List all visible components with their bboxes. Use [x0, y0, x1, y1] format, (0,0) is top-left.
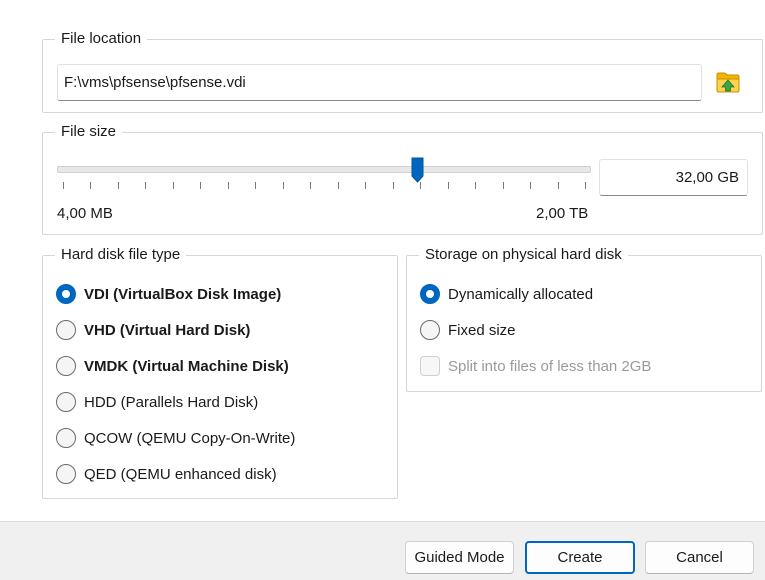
slider-tick: [145, 182, 146, 189]
slider-tick: [558, 182, 559, 189]
create-button[interactable]: Create: [525, 541, 635, 574]
browse-folder-button[interactable]: [713, 67, 743, 97]
slider-tick: [393, 182, 394, 189]
slider-tick: [310, 182, 311, 189]
disk-type-title: Hard disk file type: [55, 246, 187, 264]
radio-vhd[interactable]: VHD (Virtual Hard Disk): [56, 319, 250, 341]
slider-tick: [420, 182, 421, 189]
radio-vmdk[interactable]: VMDK (Virtual Machine Disk): [56, 355, 289, 377]
radio-vhd-label: VHD (Virtual Hard Disk): [84, 321, 251, 339]
radio-button-icon[interactable]: [56, 392, 76, 412]
cancel-button[interactable]: Cancel: [645, 541, 754, 574]
radio-button-icon[interactable]: [420, 320, 440, 340]
file-size-min-label: 4,00 MB: [57, 205, 113, 222]
radio-fixed-size[interactable]: Fixed size: [420, 319, 516, 341]
slider-tick: [283, 182, 284, 189]
slider-tick: [365, 182, 366, 189]
slider-tick: [118, 182, 119, 189]
split-files-label: Split into files of less than 2GB: [448, 357, 652, 375]
slider-tick: [63, 182, 64, 189]
radio-hdd-label: HDD (Parallels Hard Disk): [84, 393, 259, 411]
file-size-title: File size: [55, 123, 123, 141]
radio-vdi[interactable]: VDI (VirtualBox Disk Image): [56, 283, 281, 305]
slider-tick: [200, 182, 201, 189]
radio-vdi-label: VDI (VirtualBox Disk Image): [84, 285, 282, 303]
file-location-title: File location: [55, 30, 148, 48]
slider-tick: [228, 182, 229, 189]
radio-button-icon[interactable]: [56, 428, 76, 448]
storage-title: Storage on physical hard disk: [419, 246, 628, 264]
folder-browse-icon: [716, 72, 740, 93]
slider-tick: [255, 182, 256, 189]
radio-button-icon[interactable]: [56, 464, 76, 484]
radio-vmdk-label: VMDK (Virtual Machine Disk): [84, 357, 289, 375]
checkbox-icon: [420, 356, 440, 376]
radio-dynamic-label: Dynamically allocated: [448, 285, 594, 303]
file-path-input[interactable]: [57, 64, 702, 101]
radio-button-icon[interactable]: [56, 356, 76, 376]
file-size-max-label: 2,00 TB: [536, 205, 589, 222]
disk-type-group: Hard disk file type VDI (VirtualBox Disk…: [42, 246, 398, 499]
file-size-input[interactable]: [599, 159, 748, 196]
storage-group: Storage on physical hard disk Dynamicall…: [406, 246, 762, 392]
file-size-group: File size 4,00 MB 2,00 TB: [42, 123, 763, 235]
radio-qed[interactable]: QED (QEMU enhanced disk): [56, 463, 277, 485]
file-location-group: File location: [42, 30, 763, 113]
file-size-slider-ticks: [63, 182, 586, 190]
split-files-checkbox: Split into files of less than 2GB: [420, 355, 651, 377]
slider-tick: [530, 182, 531, 189]
radio-button-icon[interactable]: [56, 320, 76, 340]
slider-tick: [503, 182, 504, 189]
slider-tick: [448, 182, 449, 189]
slider-tick: [338, 182, 339, 189]
radio-button-icon[interactable]: [420, 284, 440, 304]
radio-qed-label: QED (QEMU enhanced disk): [84, 465, 277, 483]
slider-tick: [90, 182, 91, 189]
radio-qcow[interactable]: QCOW (QEMU Copy-On-Write): [56, 427, 295, 449]
radio-dynamically-allocated[interactable]: Dynamically allocated: [420, 283, 593, 305]
slider-tick: [585, 182, 586, 189]
slider-tick: [475, 182, 476, 189]
radio-button-icon[interactable]: [56, 284, 76, 304]
dialog-button-bar: Guided Mode Create Cancel: [0, 521, 765, 580]
slider-tick: [173, 182, 174, 189]
file-size-slider-track[interactable]: [57, 166, 591, 173]
radio-qcow-label: QCOW (QEMU Copy-On-Write): [84, 429, 296, 447]
file-size-slider-handle[interactable]: [411, 157, 424, 183]
guided-mode-button[interactable]: Guided Mode: [405, 541, 514, 574]
radio-fixed-label: Fixed size: [448, 321, 516, 339]
radio-hdd[interactable]: HDD (Parallels Hard Disk): [56, 391, 258, 413]
